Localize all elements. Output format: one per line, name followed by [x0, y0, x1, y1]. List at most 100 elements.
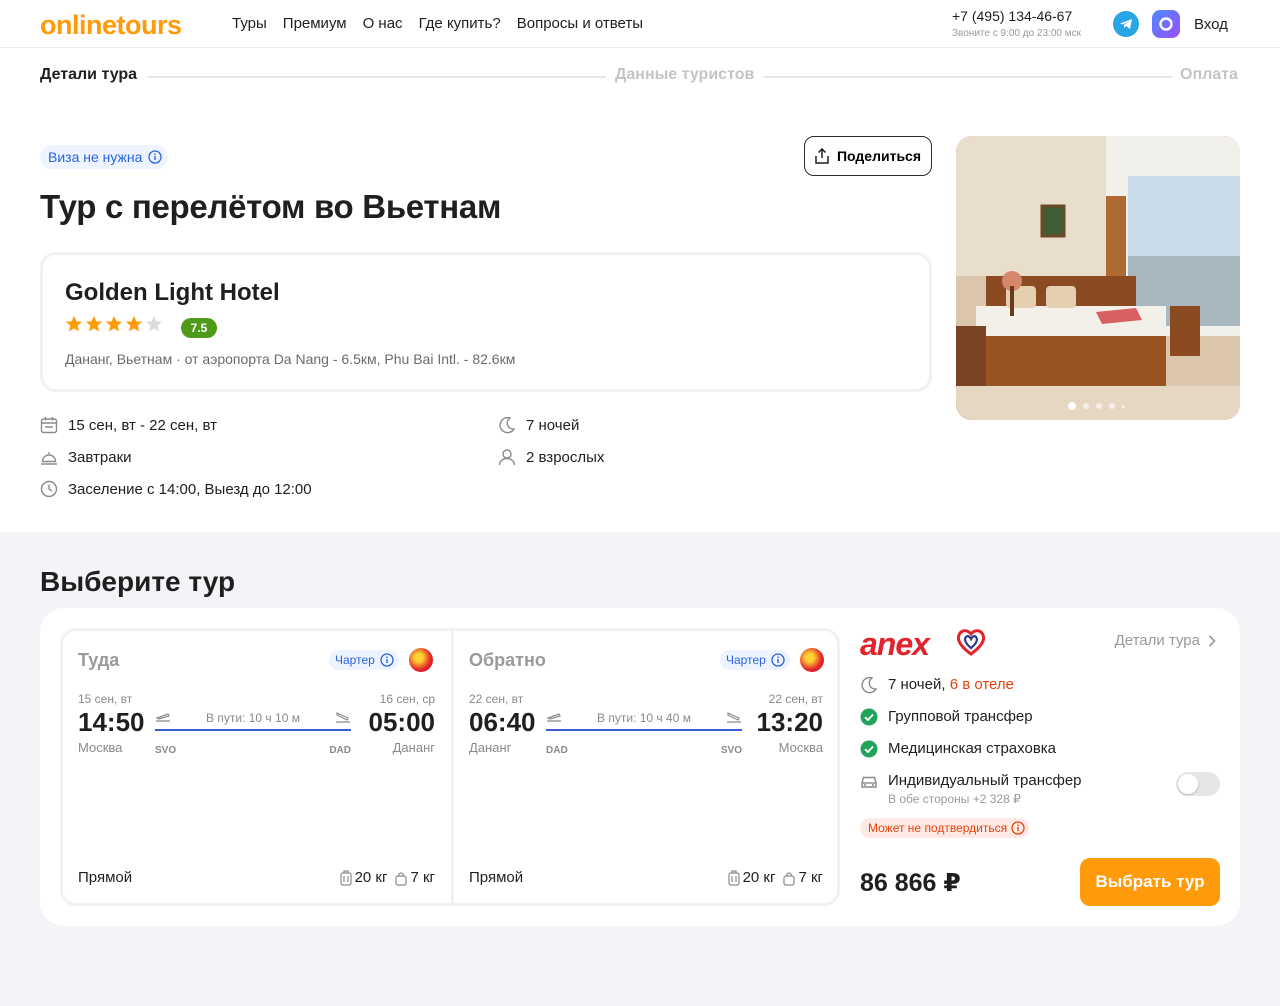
fact-dates: 15 сен, вт - 22 сен, вт [40, 416, 217, 434]
warning-badge[interactable]: Может не подтвердиться [860, 818, 1030, 838]
hotel-card: Golden Light Hotel 7.5 Дананг, Вьетнам ·… [40, 252, 932, 392]
hand-luggage-weight: 7 кг [410, 869, 435, 886]
arrival-date: 16 сен, ср [379, 692, 435, 706]
nav-item-about[interactable]: О нас [363, 15, 403, 32]
departure-city: Москва [78, 740, 123, 755]
cloche-icon [41, 452, 57, 465]
step-divider [148, 76, 606, 78]
gallery-dot[interactable] [1096, 403, 1102, 409]
star-filled-icon [85, 315, 103, 332]
share-label: Поделиться [836, 148, 922, 164]
share-button[interactable]: Поделиться [804, 136, 932, 176]
tour-details-link[interactable]: Детали тура [1115, 632, 1216, 649]
tour-details-label: Детали тура [1114, 632, 1200, 649]
flight-type: Прямой [469, 869, 524, 886]
tour-offer-card: Туда Чартер 15 сен, вт 16 сен, ср 14:50 … [40, 608, 1240, 926]
person-icon [498, 449, 516, 466]
star-filled-icon [125, 315, 143, 332]
nav-item-tours[interactable]: Туры [232, 15, 267, 32]
individual-transfer-price: В обе стороны +2 328 ₽ [888, 792, 1021, 806]
phone-hours: Звоните с 9:00 до 23:00 мск [952, 28, 1081, 39]
offer-panel: anex Детали тура 7 ночей, 6 в отеле Груп… [860, 626, 1220, 908]
flights-block: Туда Чартер 15 сен, вт 16 сен, ср 14:50 … [60, 628, 840, 906]
operator-heart-icon [956, 629, 986, 656]
departure-date: 22 сен, вт [469, 692, 524, 706]
offer-nights: 7 ночей, 6 в отеле [860, 676, 1014, 694]
hotel-location: Дананг, Вьетнам · от аэропорта Da Nang -… [65, 351, 516, 367]
route-line [155, 729, 351, 731]
flight-duration: В пути: 10 ч 10 м [206, 711, 300, 725]
departure-city: Дананг [469, 740, 512, 755]
arrival-airport-code: DAD [329, 745, 351, 756]
baggage-info: 20 кг 7 кг [339, 869, 435, 886]
offer-group-transfer: Групповой трансфер [860, 708, 1033, 726]
charter-label: Чартер [335, 653, 375, 667]
fact-checkin: Заселение с 14:00, Выезд до 12:00 [40, 480, 312, 498]
clock-icon [40, 480, 58, 498]
checkout-steps: Детали тура Данные туристов Оплата [40, 66, 1240, 88]
visa-badge[interactable]: Виза не нужна [40, 145, 169, 169]
leg-title: Обратно [469, 650, 546, 670]
fact-meal-value: Завтраки [68, 448, 132, 466]
flight-leg-outbound: Туда Чартер 15 сен, вт 16 сен, ср 14:50 … [63, 631, 449, 903]
phone-number[interactable]: +7 (495) 134-46-67 [952, 8, 1072, 24]
rating-badge: 7.5 [181, 318, 217, 338]
chevron-right-icon [1208, 634, 1216, 647]
tour-facts: 15 сен, вт - 22 сен, вт 7 ночей Завтраки… [40, 416, 940, 506]
toggle-knob [1178, 774, 1198, 794]
login-link[interactable]: Вход [1194, 16, 1228, 33]
fact-checkin-value: Заселение с 14:00, Выезд до 12:00 [68, 480, 312, 498]
nav-item-where-to-buy[interactable]: Где купить? [419, 15, 501, 32]
charter-badge[interactable]: Чартер [329, 650, 399, 670]
arrival-airport-code: SVO [720, 745, 742, 756]
gallery-dot[interactable] [1068, 402, 1076, 410]
check-circle-icon [860, 740, 878, 758]
leg-title: Туда [78, 650, 120, 670]
star-filled-icon [65, 315, 83, 332]
gallery-dot[interactable] [1122, 404, 1125, 408]
car-icon [861, 776, 877, 788]
baggage-info: 20 кг 7 кг [727, 869, 823, 886]
check-circle-icon [860, 708, 878, 726]
section-title: Выберите тур [40, 566, 236, 597]
arrival-city: Москва [778, 740, 823, 755]
group-transfer-label: Групповой трансфер [888, 708, 1033, 725]
visa-badge-label: Виза не нужна [48, 149, 143, 165]
handbag-icon [395, 871, 408, 886]
individual-transfer-toggle[interactable] [1176, 772, 1220, 796]
hotel-name[interactable]: Golden Light Hotel [65, 279, 280, 307]
gallery-dot[interactable] [1083, 403, 1089, 409]
warning-label: Может не подтвердиться [868, 821, 1008, 835]
moon-icon [861, 676, 878, 694]
route-line [546, 729, 742, 731]
hotel-photo[interactable] [956, 136, 1240, 420]
suitcase-icon [727, 869, 740, 886]
telegram-icon[interactable] [1113, 11, 1139, 37]
offer-nights-value: 7 ночей, [888, 676, 946, 693]
main-nav: Туры Премиум О нас Где купить? Вопросы и… [232, 15, 643, 32]
departure-airport-code: DAD [546, 745, 568, 756]
nav-item-premium[interactable]: Премиум [283, 15, 347, 32]
max-messenger-icon[interactable] [1152, 10, 1180, 38]
insurance-label: Медицинская страховка [888, 740, 1057, 757]
step-tourist-data: Данные туристов [615, 66, 755, 83]
info-icon [148, 150, 163, 164]
hand-luggage-weight: 7 кг [798, 869, 823, 886]
arrival-date: 22 сен, вт [768, 692, 823, 706]
fact-nights-value: 7 ночей [526, 416, 580, 434]
flight-route: В пути: 10 ч 40 м DAD SVO [546, 709, 742, 756]
charter-badge[interactable]: Чартер [720, 650, 790, 670]
logo[interactable]: onlinetours [40, 10, 182, 41]
nav-item-faq[interactable]: Вопросы и ответы [517, 15, 643, 32]
step-payment: Оплата [1180, 66, 1238, 83]
flight-leg-return: Обратно Чартер 22 сен, вт 22 сен, вт 06:… [451, 631, 837, 903]
select-tour-button[interactable]: Выбрать тур [1080, 858, 1220, 906]
gallery-dot[interactable] [1109, 403, 1115, 409]
offer-individual-transfer: Индивидуальный трансфер В обе стороны +2… [860, 772, 1082, 806]
info-icon [771, 653, 785, 667]
tour-price: 86 866 ₽ [860, 869, 961, 897]
departure-date: 15 сен, вт [78, 692, 133, 706]
flight-route: В пути: 10 ч 10 м SVO DAD [155, 709, 351, 756]
fact-nights: 7 ночей [498, 416, 579, 434]
offer-nights-in-hotel: 6 в отеле [949, 676, 1014, 693]
